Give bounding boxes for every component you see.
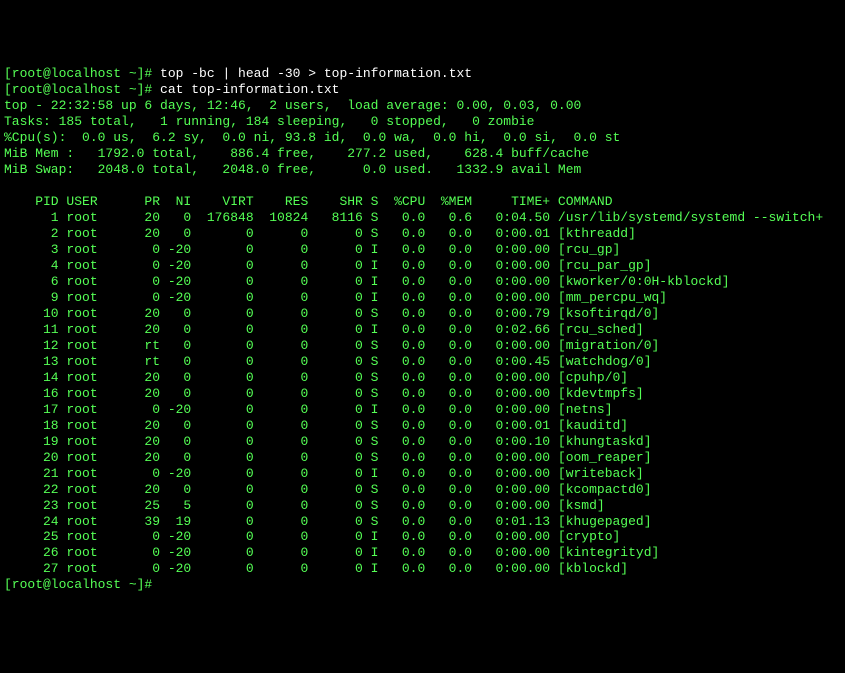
terminal-output[interactable]: [root@localhost ~]# top -bc | head -30 >… (4, 66, 845, 593)
top-process-row: 13 root rt 0 0 0 0 S 0.0 0.0 0:00.45 [wa… (4, 354, 652, 369)
top-process-row: 25 root 0 -20 0 0 0 I 0.0 0.0 0:00.00 [c… (4, 529, 620, 544)
top-process-row: 6 root 0 -20 0 0 0 I 0.0 0.0 0:00.00 [kw… (4, 274, 730, 289)
top-process-row: 4 root 0 -20 0 0 0 I 0.0 0.0 0:00.00 [rc… (4, 258, 652, 273)
top-process-row: 22 root 20 0 0 0 0 S 0.0 0.0 0:00.00 [kc… (4, 482, 652, 497)
top-summary-line: top - 22:32:58 up 6 days, 12:46, 2 users… (4, 98, 581, 113)
top-process-row: 14 root 20 0 0 0 0 S 0.0 0.0 0:00.00 [cp… (4, 370, 628, 385)
top-process-row: 11 root 20 0 0 0 0 I 0.0 0.0 0:02.66 [rc… (4, 322, 644, 337)
top-summary-line: Tasks: 185 total, 1 running, 184 sleepin… (4, 114, 535, 129)
top-process-row: 12 root rt 0 0 0 0 S 0.0 0.0 0:00.00 [mi… (4, 338, 659, 353)
top-process-row: 9 root 0 -20 0 0 0 I 0.0 0.0 0:00.00 [mm… (4, 290, 667, 305)
top-summary-line: MiB Mem : 1792.0 total, 886.4 free, 277.… (4, 146, 589, 161)
top-process-row: 19 root 20 0 0 0 0 S 0.0 0.0 0:00.10 [kh… (4, 434, 652, 449)
top-process-row: 10 root 20 0 0 0 0 S 0.0 0.0 0:00.79 [ks… (4, 306, 659, 321)
top-summary-line: %Cpu(s): 0.0 us, 6.2 sy, 0.0 ni, 93.8 id… (4, 130, 620, 145)
top-process-row: 17 root 0 -20 0 0 0 I 0.0 0.0 0:00.00 [n… (4, 402, 613, 417)
top-process-row: 1 root 20 0 176848 10824 8116 S 0.0 0.6 … (4, 210, 823, 225)
top-process-row: 26 root 0 -20 0 0 0 I 0.0 0.0 0:00.00 [k… (4, 545, 659, 560)
command-2: cat top-information.txt (160, 82, 339, 97)
top-process-row: 18 root 20 0 0 0 0 S 0.0 0.0 0:00.01 [ka… (4, 418, 628, 433)
top-process-row: 20 root 20 0 0 0 0 S 0.0 0.0 0:00.00 [oo… (4, 450, 652, 465)
top-process-header: PID USER PR NI VIRT RES SHR S %CPU %MEM … (4, 194, 613, 209)
top-summary-line: MiB Swap: 2048.0 total, 2048.0 free, 0.0… (4, 162, 581, 177)
top-process-row: 16 root 20 0 0 0 0 S 0.0 0.0 0:00.00 [kd… (4, 386, 644, 401)
top-process-row: 27 root 0 -20 0 0 0 I 0.0 0.0 0:00.00 [k… (4, 561, 628, 576)
top-process-row: 2 root 20 0 0 0 0 S 0.0 0.0 0:00.01 [kth… (4, 226, 636, 241)
shell-prompt: [root@localhost ~]# (4, 82, 152, 97)
shell-prompt: [root@localhost ~]# (4, 66, 152, 81)
top-process-row: 24 root 39 19 0 0 0 S 0.0 0.0 0:01.13 [k… (4, 514, 652, 529)
top-process-row: 3 root 0 -20 0 0 0 I 0.0 0.0 0:00.00 [rc… (4, 242, 620, 257)
shell-prompt[interactable]: [root@localhost ~]# (4, 577, 152, 592)
top-process-row: 21 root 0 -20 0 0 0 I 0.0 0.0 0:00.00 [w… (4, 466, 644, 481)
top-process-row: 23 root 25 5 0 0 0 S 0.0 0.0 0:00.00 [ks… (4, 498, 605, 513)
command-1: top -bc | head -30 > top-information.txt (160, 66, 472, 81)
